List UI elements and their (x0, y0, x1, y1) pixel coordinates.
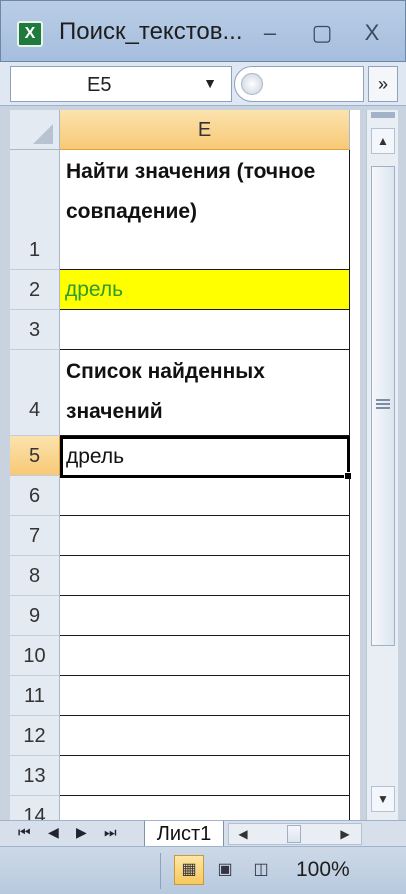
page-layout-icon[interactable]: ▣ (210, 855, 240, 885)
row-header-4[interactable]: 4 (10, 350, 60, 436)
row-header-1[interactable]: 1 (10, 150, 60, 270)
vertical-scrollbar[interactable]: ▲ ▼ (366, 110, 398, 820)
formula-bar: E5 ▼ » (0, 62, 406, 106)
title-bar: X Поиск_текстов... – ▢ X (0, 0, 406, 62)
excel-icon[interactable]: X (17, 21, 43, 47)
cell-e7[interactable] (60, 516, 350, 556)
horizontal-scroll-thumb[interactable] (287, 825, 301, 843)
row-header-2[interactable]: 2 (10, 270, 60, 310)
cell-e5[interactable]: дрель (60, 436, 350, 478)
row-header-14[interactable]: 14 (10, 796, 60, 820)
cell-e1[interactable]: Найти значения (точное совпадение) (60, 150, 350, 270)
name-box[interactable]: E5 ▼ (10, 66, 232, 102)
sheet-tab-bar: ⏮ ◀ ▶ ⏭ Лист1 ◀ ▶ (0, 820, 406, 847)
cell-e14[interactable] (60, 796, 350, 820)
row-header-6[interactable]: 6 (10, 476, 60, 516)
expand-formula-bar-button[interactable]: » (368, 66, 398, 102)
select-all-button[interactable] (10, 110, 60, 150)
row-header-7[interactable]: 7 (10, 516, 60, 556)
scroll-left-icon[interactable]: ◀ (231, 824, 255, 844)
name-box-value: E5 (87, 74, 112, 96)
normal-view-icon[interactable]: ▦ (174, 855, 204, 885)
window-title: Поиск_текстов... (59, 18, 243, 45)
last-sheet-icon[interactable]: ⏭ (104, 824, 117, 841)
row-header-5[interactable]: 5 (10, 436, 60, 476)
row-header-12[interactable]: 12 (10, 716, 60, 756)
cell-e2[interactable]: дрель (60, 270, 350, 310)
cell-e10[interactable] (60, 636, 350, 676)
cell-e6[interactable] (60, 478, 350, 516)
next-column-sliver (350, 150, 360, 820)
row-header-13[interactable]: 13 (10, 756, 60, 796)
zoom-level[interactable]: 100% (296, 858, 350, 882)
cell-e3[interactable] (60, 310, 350, 350)
status-bar: ▦ ▣ ◫ 100% (0, 846, 406, 894)
prev-sheet-icon[interactable]: ◀ (48, 824, 59, 841)
row-header-8[interactable]: 8 (10, 556, 60, 596)
formula-input[interactable] (234, 66, 364, 102)
next-sheet-icon[interactable]: ▶ (76, 824, 87, 841)
row-header-11[interactable]: 11 (10, 676, 60, 716)
column-header-e[interactable]: E (60, 110, 350, 150)
row-header-10[interactable]: 10 (10, 636, 60, 676)
vertical-scroll-thumb[interactable] (371, 166, 395, 646)
maximize-button[interactable]: ▢ (307, 21, 337, 47)
row-header-9[interactable]: 9 (10, 596, 60, 636)
cell-e9[interactable] (60, 596, 350, 636)
scroll-right-icon[interactable]: ▶ (333, 824, 357, 844)
close-button[interactable]: X (357, 21, 387, 47)
grip-icon (376, 399, 390, 409)
split-box[interactable] (371, 112, 395, 118)
cell-e11[interactable] (60, 676, 350, 716)
first-sheet-icon[interactable]: ⏮ (18, 824, 31, 841)
horizontal-scrollbar[interactable]: ◀ ▶ (228, 823, 362, 845)
minimize-button[interactable]: – (255, 21, 285, 47)
chevron-down-icon[interactable]: ▼ (203, 75, 217, 91)
cell-e4[interactable]: Список найденных значений (60, 350, 350, 436)
page-break-icon[interactable]: ◫ (246, 855, 276, 885)
formula-splitter-handle[interactable] (241, 73, 263, 95)
scroll-up-icon[interactable]: ▲ (371, 128, 395, 154)
cell-e13[interactable] (60, 756, 350, 796)
row-header-3[interactable]: 3 (10, 310, 60, 350)
cell-e12[interactable] (60, 716, 350, 756)
cell-e8[interactable] (60, 556, 350, 596)
sheet-tab-list1[interactable]: Лист1 (144, 821, 224, 847)
spreadsheet-grid: E 1 2 3 4 5 6 7 8 9 10 11 12 13 14 Найти… (10, 110, 360, 820)
scroll-down-icon[interactable]: ▼ (371, 786, 395, 812)
status-separator (160, 853, 161, 889)
